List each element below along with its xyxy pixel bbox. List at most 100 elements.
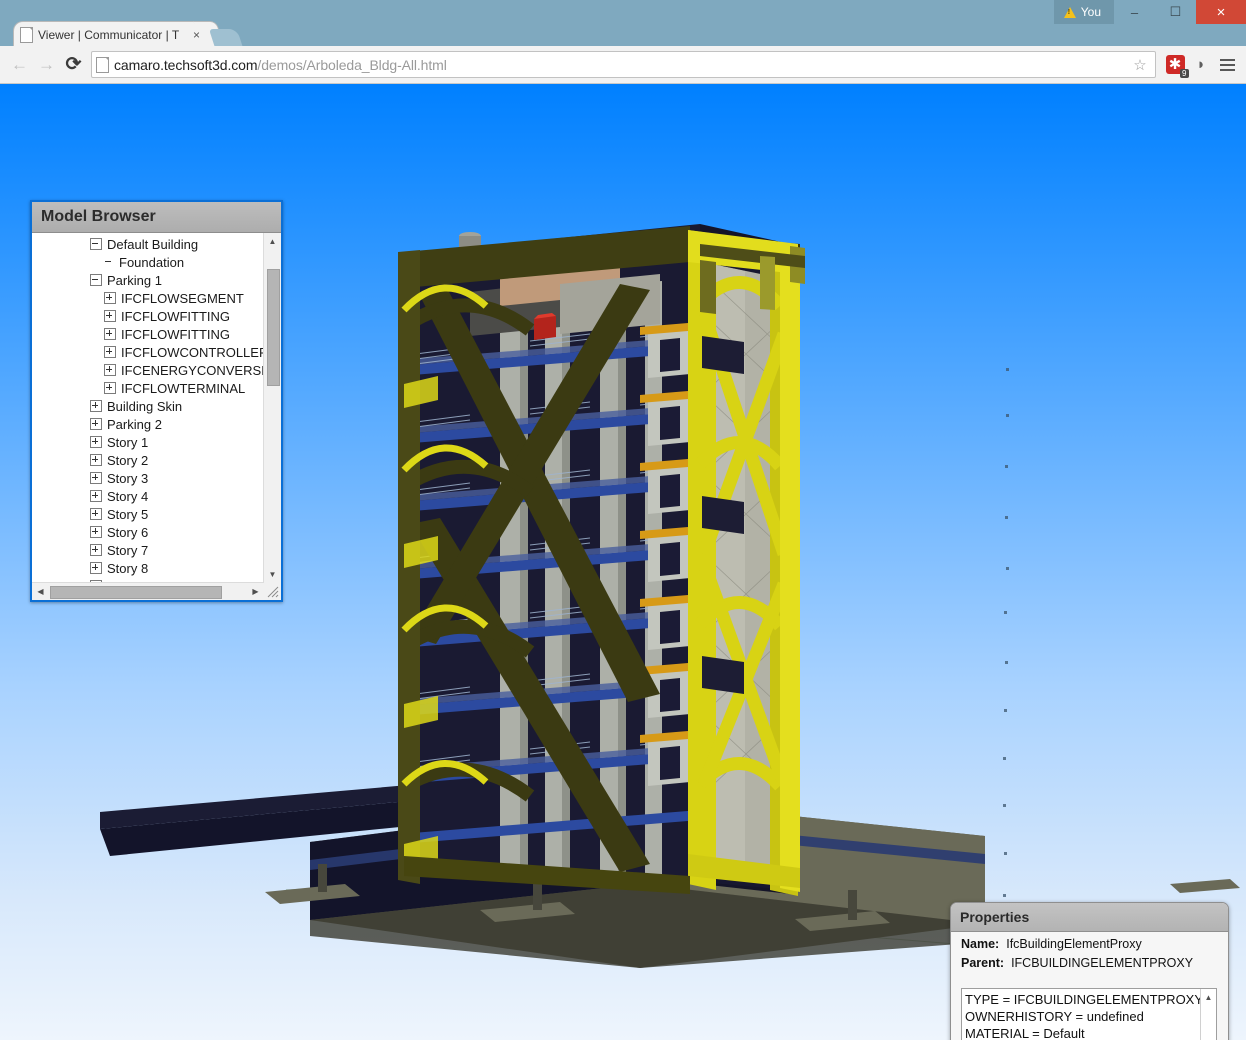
scroll-down-icon[interactable]: ▼	[264, 566, 281, 583]
scene-dot	[1006, 414, 1009, 417]
expand-icon[interactable]	[90, 544, 102, 556]
tree-node-label: Story 5	[107, 507, 148, 522]
property-line: TYPE = IFCBUILDINGELEMENTPROXY	[965, 991, 1200, 1008]
expand-icon[interactable]	[104, 382, 116, 394]
forward-button[interactable]: →	[33, 51, 60, 78]
horizontal-scroll-thumb[interactable]	[50, 586, 222, 599]
scroll-left-icon[interactable]: ◀	[32, 583, 49, 600]
url-text: camaro.techsoft3d.com/demos/Arboleda_Bld…	[114, 57, 1129, 73]
tab-viewer-communicator[interactable]: Viewer | Communicator | T ×	[14, 22, 209, 48]
scene-dot	[1003, 804, 1006, 807]
maximize-button[interactable]: ☐	[1155, 0, 1196, 24]
collapse-icon[interactable]	[90, 274, 102, 286]
tree-node[interactable]: IFCFLOWCONTROLLER	[32, 343, 264, 361]
expand-icon[interactable]	[90, 508, 102, 520]
tree-node[interactable]: IFCENERGYCONVERSIOND	[32, 361, 264, 379]
expand-icon[interactable]	[104, 310, 116, 322]
expand-icon[interactable]	[90, 472, 102, 484]
hamburger-line	[1220, 59, 1235, 61]
expand-icon[interactable]	[90, 490, 102, 502]
tree-node[interactable]: IFCFLOWTERMINAL	[32, 379, 264, 397]
tree-node[interactable]: IFCFLOWFITTING	[32, 325, 264, 343]
expand-icon[interactable]	[104, 292, 116, 304]
model-browser-panel[interactable]: Model Browser Default BuildingFoundation…	[30, 200, 283, 602]
tree-node[interactable]: IFCFLOWFITTING	[32, 307, 264, 325]
scene-dot	[1006, 368, 1009, 371]
tree-vertical-scrollbar[interactable]: ▲ ▼	[263, 233, 281, 583]
tab-close-icon[interactable]: ×	[190, 28, 203, 42]
expand-icon[interactable]	[90, 400, 102, 412]
tree-node[interactable]: Parking 1	[32, 271, 264, 289]
model-browser-header: Model Browser	[32, 202, 281, 233]
tab-title: Viewer | Communicator | T	[38, 28, 190, 42]
tree-node-label: Building Skin	[107, 399, 182, 414]
tree-node[interactable]: Story 7	[32, 541, 264, 559]
properties-scrollbar[interactable]: ▲ ▼	[1200, 989, 1216, 1040]
scene-dot	[1004, 852, 1007, 855]
extension-evernote-button[interactable]: ◗	[1188, 51, 1214, 78]
expand-icon[interactable]	[104, 364, 116, 376]
tree-node-label: Story 1	[107, 435, 148, 450]
title-bar: You – ☐ ×	[0, 0, 1246, 24]
properties-list-box[interactable]: TYPE = IFCBUILDINGELEMENTPROXYOWNERHISTO…	[961, 988, 1217, 1040]
scroll-up-icon[interactable]: ▲	[264, 233, 281, 250]
properties-scroll-up-icon[interactable]: ▲	[1201, 989, 1216, 1006]
property-name-label: Name:	[961, 937, 999, 951]
scene-dot	[1004, 611, 1007, 614]
tree-node[interactable]: Story 6	[32, 523, 264, 541]
tree-node[interactable]: Story 1	[32, 433, 264, 451]
minimize-button[interactable]: –	[1114, 0, 1155, 24]
expand-icon[interactable]	[90, 436, 102, 448]
hamburger-line	[1220, 69, 1235, 71]
properties-panel[interactable]: Properties Name: IfcBuildingElementProxy…	[950, 902, 1229, 1040]
scroll-right-icon[interactable]: ▶	[247, 583, 264, 600]
resize-grip[interactable]	[264, 583, 281, 600]
tree-node[interactable]: Story 8	[32, 559, 264, 577]
tree-node-label: Story 2	[107, 453, 148, 468]
expand-icon[interactable]	[90, 418, 102, 430]
tree-node-label: IFCFLOWFITTING	[121, 327, 230, 342]
close-button[interactable]: ×	[1196, 0, 1246, 24]
tree-node[interactable]: Story 5	[32, 505, 264, 523]
property-line: OWNERHISTORY = undefined	[965, 1008, 1200, 1025]
chrome-menu-button[interactable]	[1214, 51, 1240, 78]
property-parent-row: Parent: IFCBUILDINGELEMENTPROXY	[951, 951, 1228, 970]
bookmark-star-icon[interactable]: ☆	[1129, 56, 1151, 74]
vertical-scroll-thumb[interactable]	[267, 269, 280, 386]
expand-icon[interactable]	[90, 526, 102, 538]
back-button[interactable]: ←	[6, 51, 33, 78]
profile-you-button[interactable]: You	[1054, 0, 1114, 24]
3d-viewport[interactable]: Model Browser Default BuildingFoundation…	[0, 84, 1246, 1040]
scene-dot	[1003, 757, 1006, 760]
scene-dot	[1005, 516, 1008, 519]
tree-node[interactable]: Parking 2	[32, 415, 264, 433]
tree-node[interactable]: IFCFLOWSEGMENT	[32, 289, 264, 307]
model-browser-title: Model Browser	[41, 208, 156, 226]
address-bar[interactable]: camaro.techsoft3d.com/demos/Arboleda_Bld…	[91, 51, 1156, 78]
tree-node[interactable]: Story 4	[32, 487, 264, 505]
warning-triangle-icon	[1064, 7, 1076, 18]
tree-node[interactable]: Story 3	[32, 469, 264, 487]
properties-list: TYPE = IFCBUILDINGELEMENTPROXYOWNERHISTO…	[965, 991, 1200, 1040]
hamburger-line	[1220, 64, 1235, 66]
browser-window: You – ☐ × Viewer | Communicator | T × ← …	[0, 0, 1246, 1040]
tree-node[interactable]: Building Skin	[32, 397, 264, 415]
property-name-value: IfcBuildingElementProxy	[1006, 937, 1141, 951]
extension-red-button[interactable]: ✱ 9	[1162, 51, 1188, 78]
expand-icon[interactable]	[90, 454, 102, 466]
expand-icon[interactable]	[90, 562, 102, 574]
tree-node[interactable]: Foundation	[32, 253, 264, 271]
expand-icon[interactable]	[104, 328, 116, 340]
model-tree[interactable]: Default BuildingFoundationParking 1 IFCFL…	[32, 233, 264, 583]
profile-label: You	[1081, 5, 1101, 19]
tree-node[interactable]: Default Building	[32, 235, 264, 253]
expand-icon[interactable]	[104, 346, 116, 358]
collapse-icon[interactable]	[90, 238, 102, 250]
resize-grip-icon	[264, 583, 281, 600]
scene-dot	[1003, 894, 1006, 897]
reload-button[interactable]: ⟳	[60, 51, 87, 78]
tree-node[interactable]: Story 2	[32, 451, 264, 469]
tree-node-label: IFCFLOWSEGMENT	[121, 291, 244, 306]
tree-node-label: Default Building	[107, 237, 198, 252]
tree-horizontal-scrollbar[interactable]: ◀ ▶	[32, 582, 264, 600]
